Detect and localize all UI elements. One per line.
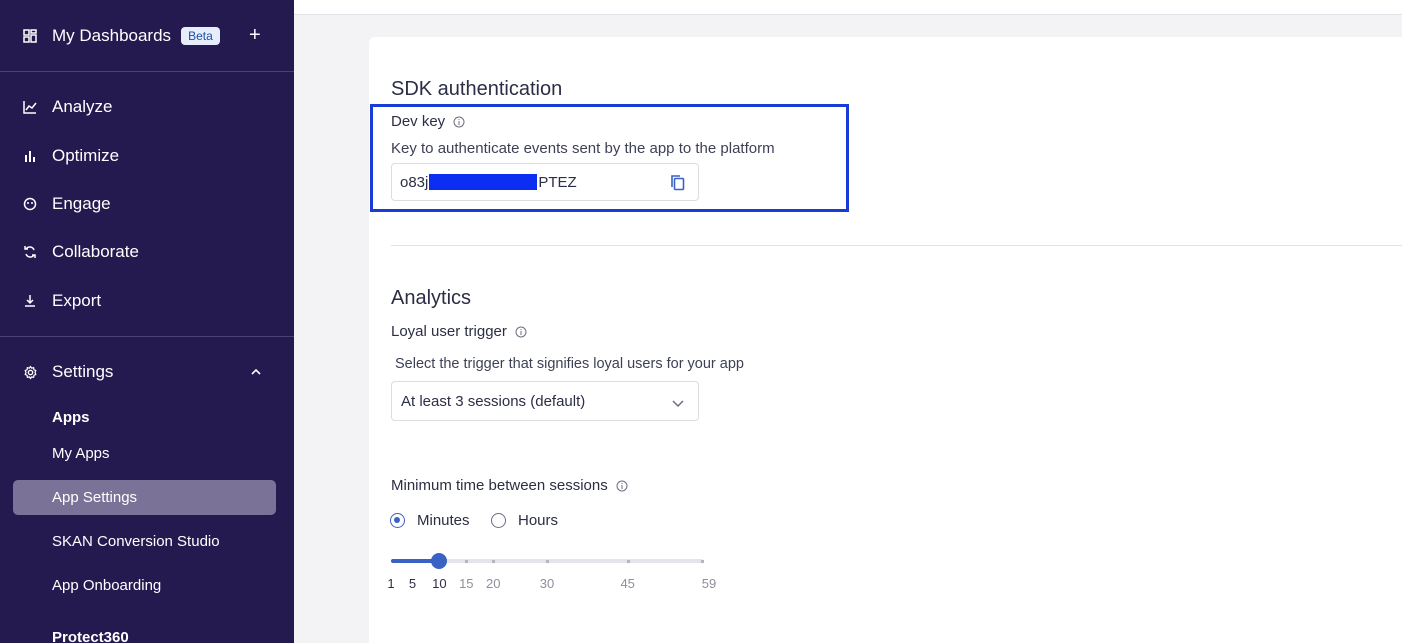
sdk-authentication-title: SDK authentication <box>391 78 563 100</box>
add-dashboard-button[interactable]: + <box>249 25 261 45</box>
analyze-icon <box>22 99 38 115</box>
slider-mark-label: 15 <box>459 576 474 591</box>
sidebar-item-analyze[interactable]: Analyze <box>22 95 112 119</box>
my-dashboards-item[interactable]: My Dashboards Beta <box>22 24 220 48</box>
loyal-user-trigger-label: Loyal user trigger <box>391 323 507 340</box>
my-dashboards-label: My Dashboards <box>52 26 172 45</box>
section-divider <box>391 245 1402 246</box>
sync-icon <box>22 244 38 260</box>
sidebar-item-label: Engage <box>52 194 111 213</box>
loyal-user-label-row: Loyal user trigger <box>391 323 527 340</box>
slider-tick <box>492 560 496 563</box>
dev-key-suffix: PTEZ <box>538 173 577 191</box>
info-icon[interactable] <box>515 326 527 338</box>
info-icon[interactable] <box>453 116 465 128</box>
slider-mark-label: 45 <box>620 576 635 591</box>
sidebar-item-label: Optimize <box>52 146 120 165</box>
redacted-key-segment <box>429 174 538 190</box>
sidebar-item-optimize[interactable]: Optimize <box>22 144 119 168</box>
analytics-title: Analytics <box>391 287 472 309</box>
sidebar-item-collaborate[interactable]: Collaborate <box>22 240 139 264</box>
slider-thumb[interactable] <box>431 553 448 569</box>
radio-hours-label: Hours <box>518 512 559 529</box>
slider-tick <box>701 560 704 563</box>
dashboard-icon <box>22 28 38 44</box>
protect360-heading[interactable]: Protect360 <box>52 629 129 643</box>
sidebar-item-settings[interactable]: Settings <box>22 360 113 384</box>
dev-key-prefix: o83j <box>400 173 429 191</box>
chevron-down-icon <box>672 396 684 413</box>
loyal-user-description: Select the trigger that signifies loyal … <box>395 356 744 372</box>
loyal-user-trigger-select[interactable]: At least 3 sessions (default) <box>391 381 699 421</box>
slider-tick <box>465 560 469 563</box>
copy-icon[interactable] <box>670 174 686 196</box>
radio-hours[interactable]: Hours <box>491 512 558 529</box>
slider-tick <box>546 560 549 563</box>
sidebar-item-engage[interactable]: Engage <box>22 192 111 216</box>
engage-icon <box>22 196 38 212</box>
dev-key-label-row: Dev key <box>391 113 465 130</box>
sidebar-item-my-apps[interactable]: My Apps <box>52 445 110 462</box>
sidebar-divider <box>0 336 294 337</box>
radio-hours-indicator[interactable] <box>491 513 506 528</box>
sidebar-item-app-settings[interactable]: App Settings <box>52 489 137 506</box>
sidebar-item-skan-conversion-studio[interactable]: SKAN Conversion Studio <box>52 533 220 550</box>
sidebar: My Dashboards Beta + Analyze Optimize En… <box>0 0 294 643</box>
dev-key-description: Key to authenticate events sent by the a… <box>391 140 775 157</box>
slider-mark-label: 30 <box>539 576 555 591</box>
sidebar-item-export[interactable]: Export <box>22 289 101 313</box>
info-icon[interactable] <box>616 480 628 492</box>
radio-minutes-label: Minutes <box>417 512 470 529</box>
slider-mark-label: 1 <box>387 576 395 591</box>
dev-key-field[interactable]: o83j PTEZ <box>391 163 699 201</box>
radio-minutes[interactable]: Minutes <box>390 512 470 529</box>
apps-heading: Apps <box>52 409 90 426</box>
sidebar-item-label: Analyze <box>52 97 113 116</box>
beta-badge: Beta <box>181 27 220 45</box>
select-value: At least 3 sessions (default) <box>401 392 586 410</box>
slider-mark-label: 59 <box>701 576 717 591</box>
slider-mark-label: 5 <box>408 576 417 591</box>
slider-tick <box>626 560 630 563</box>
sidebar-item-app-onboarding[interactable]: App Onboarding <box>52 577 161 594</box>
download-icon <box>22 293 38 309</box>
chevron-up-icon[interactable] <box>250 365 262 383</box>
sidebar-item-label: Settings <box>52 362 114 381</box>
top-bar <box>294 0 1402 15</box>
slider-mark-label: 10 <box>432 576 447 591</box>
dev-key-label: Dev key <box>391 113 446 130</box>
sidebar-item-label: Export <box>52 291 102 310</box>
min-time-label: Minimum time between sessions <box>391 477 608 494</box>
min-time-label-row: Minimum time between sessions <box>391 477 628 494</box>
bar-chart-icon <box>22 148 38 164</box>
gear-icon <box>22 364 38 380</box>
sidebar-item-label: Collaborate <box>52 242 139 261</box>
radio-minutes-indicator[interactable] <box>390 513 405 528</box>
min-time-slider[interactable] <box>391 553 704 569</box>
slider-mark-label: 20 <box>485 576 501 591</box>
